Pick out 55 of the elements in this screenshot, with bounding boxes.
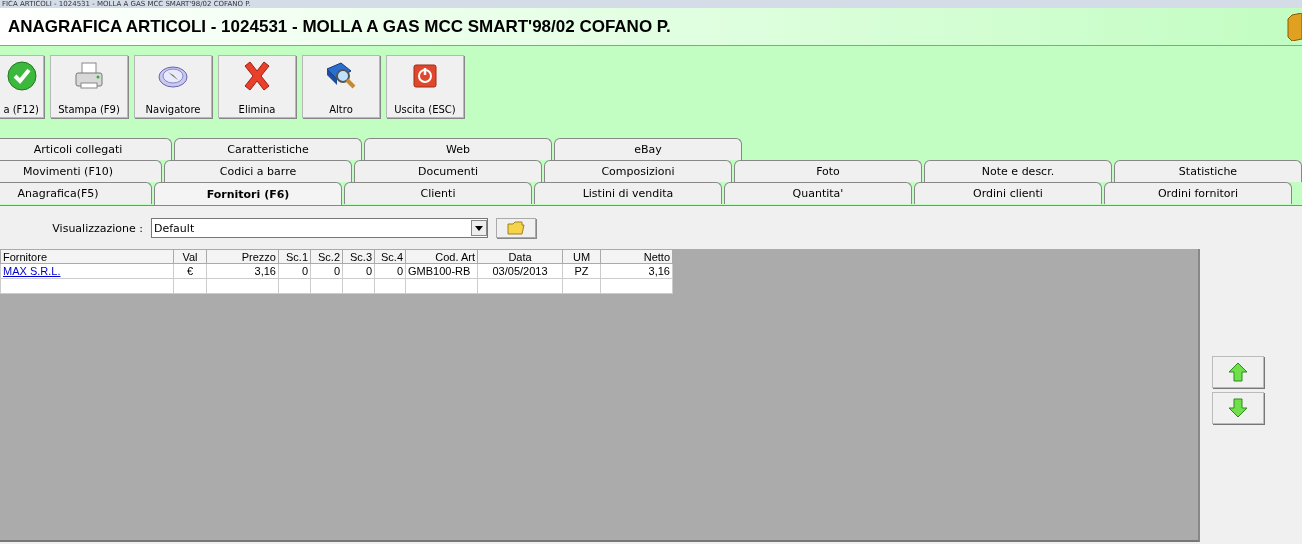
tab[interactable]: Codici a barre — [164, 160, 352, 182]
column-header: UM — [572, 250, 591, 263]
view-label: Visualizzazione : — [51, 221, 144, 235]
view-dropdown[interactable]: Default — [151, 218, 488, 238]
tab[interactable]: Ordini clienti — [914, 182, 1102, 204]
table-cell: € — [186, 265, 194, 277]
column-header: Cod. Art — [435, 250, 475, 263]
tab[interactable]: Clienti — [344, 182, 532, 204]
table-cell: GMB100-RB — [408, 265, 471, 277]
tab[interactable]: Ordini fornitori — [1104, 182, 1292, 204]
table-cell: 0 — [333, 265, 340, 277]
checkmark-icon — [5, 59, 39, 93]
table-cell: 0 — [365, 265, 372, 277]
table-cell: PZ — [574, 265, 589, 277]
column-header: Sc.4 — [381, 250, 403, 263]
table-cell: 03/05/2013 — [492, 265, 548, 277]
move-up-button[interactable] — [1212, 356, 1264, 388]
table-cell: 3,16 — [648, 265, 670, 277]
tab[interactable]: Quantita' — [724, 182, 912, 204]
table-cell: 0 — [396, 265, 403, 277]
tab[interactable]: eBay — [554, 138, 742, 160]
column-header: Prezzo — [241, 250, 276, 263]
toolbar-button[interactable]: Uscita (ESC) — [386, 55, 464, 118]
column-header: Netto — [643, 250, 670, 263]
column-header: Fornitore — [3, 250, 48, 263]
column-header: Sc.1 — [286, 250, 308, 263]
table-cell: 0 — [301, 265, 308, 277]
tab[interactable]: Movimenti (F10) — [0, 160, 162, 182]
tab[interactable]: Composizioni — [544, 160, 732, 182]
down-arrow-icon — [1227, 397, 1249, 419]
tab[interactable]: Articoli collegati — [0, 138, 172, 160]
move-down-button[interactable] — [1212, 392, 1264, 424]
column-header: Data — [508, 250, 532, 263]
toolbar-button[interactable]: Navigatore — [134, 55, 212, 118]
tab[interactable]: Documenti — [354, 160, 542, 182]
tab[interactable]: Foto — [734, 160, 922, 182]
folder-button[interactable] — [496, 218, 536, 238]
tab[interactable]: Anagrafica(F5) — [0, 182, 152, 204]
toolbar-button[interactable]: Stampa (F9) — [50, 55, 128, 118]
tab[interactable]: Statistiche — [1114, 160, 1302, 182]
page-title: ANAGRAFICA ARTICOLI - 1024531 - MOLLA A GAS MCC SMART'98/02 COFANO P. — [8, 16, 671, 37]
up-arrow-icon — [1227, 361, 1249, 383]
toolbar-button[interactable]: Altro — [302, 55, 380, 118]
column-header: Val — [182, 250, 198, 263]
tab[interactable]: Fornitori (F6) — [154, 182, 342, 205]
tab[interactable]: Caratteristiche — [174, 138, 362, 160]
column-header: Sc.3 — [350, 250, 372, 263]
table-cell: 3,16 — [254, 265, 276, 277]
toolbar-button[interactable]: a (F12) — [0, 55, 44, 118]
tab[interactable]: Listini di vendita — [534, 182, 722, 204]
folder-icon — [507, 221, 525, 235]
column-header: Sc.2 — [318, 250, 340, 263]
toolbar-button[interactable]: Elimina — [218, 55, 296, 118]
tab[interactable]: Note e descr. — [924, 160, 1112, 182]
tab[interactable]: Web — [364, 138, 552, 160]
